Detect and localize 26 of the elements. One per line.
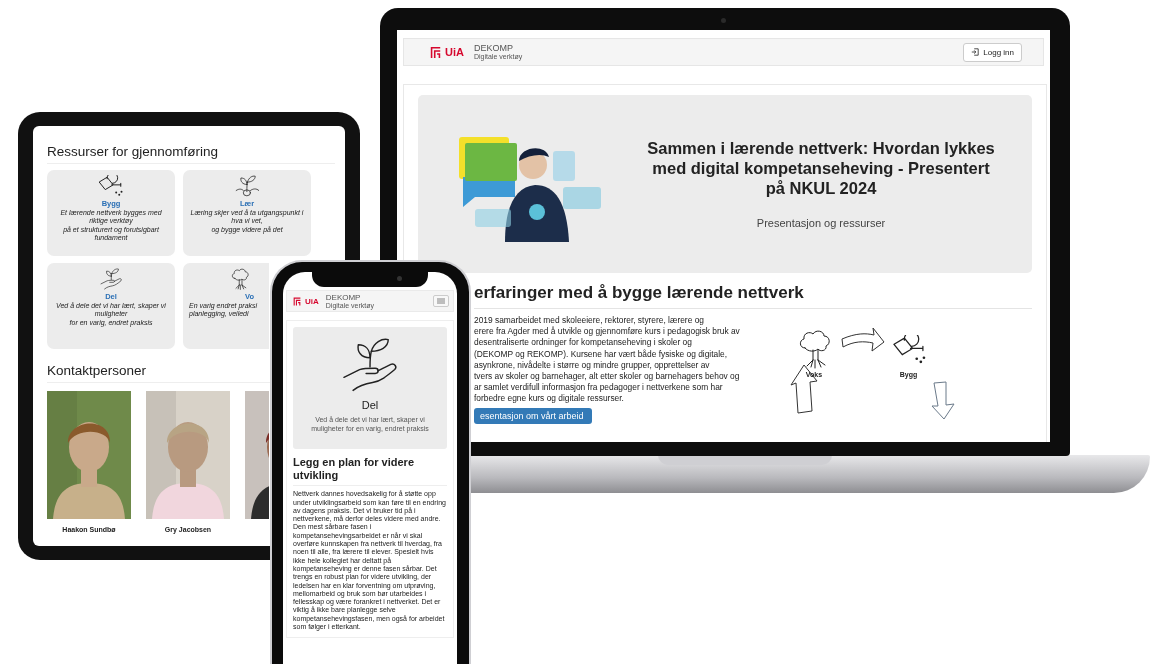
section-heading: Ressurser for gjennomføring — [47, 144, 335, 164]
logo-text: UiA — [445, 46, 464, 58]
logo-text: UiA — [305, 296, 319, 306]
watering-can-icon — [891, 335, 926, 365]
login-icon — [971, 48, 980, 56]
brand-name: DEKOMP — [325, 293, 362, 302]
menu-button[interactable] — [433, 295, 449, 307]
card-title: Del — [361, 399, 379, 411]
hero-title: Sammen i lærende nettverk: Hvordan lykkes med digital kompetanseheving - Presentert på NKUL 2024 — [646, 139, 996, 199]
section-heading: Legg en plan for videre utvikling — [293, 456, 447, 487]
watering-can-icon — [98, 175, 124, 197]
hand-plant-icon — [341, 337, 399, 393]
logo-icon — [430, 45, 441, 59]
arrow-up-icon — [789, 363, 820, 415]
login-button[interactable]: Logg inn — [963, 42, 1022, 62]
logo-icon — [293, 296, 301, 306]
body-text: 2019 samarbeidet med skoleeiere, rektorer, styrere, lærere og erere fra Agder med å utvikle og gjennomføre kurs i pedagogisk bruk av desentraliserte ordninger for kompetanseheving i skoler og (DEKOMP og REKOMP). Kursene har vært både fysiske og digitale, asynkrone, nivådelte i større og mindre grupper, opprettelser av tvers av skoler og barnehager, alt etter skoler og barnehagers behov og ar samlet verdifull informasjon fra pedagoger i nettverkene som har forbedre egne kurs og digitale ressurser. — [474, 315, 740, 405]
tree-icon — [231, 268, 250, 290]
brand-name: DEKOMP — [473, 44, 514, 53]
arrow-right-icon — [839, 325, 886, 355]
section-heading: erfaringer med å bygge lærende nettverk — [474, 283, 1032, 309]
tree-icon — [797, 329, 832, 369]
hero-subtitle: Presentasjon og ressurser — [756, 216, 886, 229]
presentation-button[interactable]: esentasjon om vårt arbeid — [474, 407, 592, 424]
sprout-icon — [234, 175, 260, 197]
hand-plant-icon — [99, 268, 123, 290]
